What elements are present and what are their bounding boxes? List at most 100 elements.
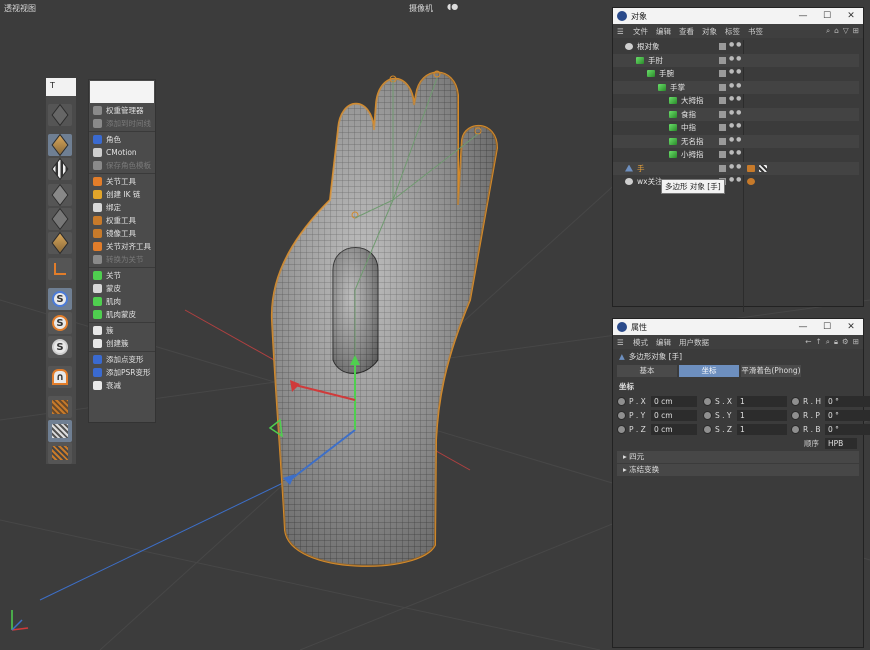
render-dots[interactable]: ● ● <box>729 136 741 142</box>
menu-item[interactable]: 权重管理器 <box>89 104 155 117</box>
grid-dark-icon[interactable] <box>48 442 72 464</box>
menu-bookmarks[interactable]: 书签 <box>748 26 763 37</box>
menu-item[interactable]: CMotion <box>89 146 155 159</box>
position-field[interactable]: 0 cm <box>651 409 697 421</box>
camera-label[interactable]: 摄像机 <box>409 3 433 14</box>
visibility-toggle[interactable] <box>719 164 726 172</box>
minimize-icon[interactable]: — <box>791 322 815 332</box>
menu-view[interactable]: 查看 <box>679 26 694 37</box>
menu-item[interactable]: 转换为关节 <box>89 253 155 266</box>
keyframe-radio[interactable] <box>791 396 800 406</box>
menu-file[interactable]: 文件 <box>633 26 648 37</box>
visibility-toggle[interactable] <box>719 83 726 91</box>
visibility-toggle[interactable] <box>719 137 726 145</box>
keyframe-radio[interactable] <box>617 396 626 406</box>
close-icon[interactable]: ✕ <box>839 11 863 21</box>
menu-item[interactable]: 簇 <box>89 324 155 337</box>
new-window-icon[interactable]: ⊞ <box>853 337 859 347</box>
filter-icon[interactable]: ▽ <box>843 26 849 36</box>
render-dots[interactable]: ● ● <box>729 177 741 183</box>
menu-item[interactable]: 角色 <box>89 133 155 146</box>
rotation-field[interactable]: 0 ° <box>825 395 870 407</box>
scale-field[interactable]: 1 <box>737 395 787 407</box>
position-field[interactable]: 0 cm <box>651 395 697 407</box>
tree-row[interactable]: 手 ● ● <box>613 161 859 175</box>
settings-icon[interactable]: ⚙︎ <box>842 337 849 347</box>
toolbar-search-field[interactable]: T <box>46 78 76 96</box>
render-dots[interactable]: ● ● <box>729 109 741 115</box>
menu-item[interactable]: 肌肉蒙皮 <box>89 308 155 321</box>
menu-item[interactable]: 创建 IK 链 <box>89 188 155 201</box>
render-dots[interactable]: ● ● <box>729 55 741 61</box>
visibility-toggle[interactable] <box>719 124 726 131</box>
menu-tags[interactable]: 标签 <box>725 26 740 37</box>
visibility-toggle[interactable] <box>719 110 726 118</box>
menu-user-data[interactable]: 用户数据 <box>679 337 709 348</box>
snap-orange-icon[interactable]: S <box>48 312 72 334</box>
fold-quaternion[interactable]: ▸ 四元 <box>617 451 859 463</box>
keyframe-radio[interactable] <box>791 424 800 434</box>
render-dots[interactable]: ● ● <box>729 123 741 129</box>
hamburger-icon[interactable]: ☰ <box>617 338 627 347</box>
visibility-toggle[interactable] <box>719 151 726 158</box>
maximize-icon[interactable]: ☐ <box>815 322 839 332</box>
cube-tool-icon[interactable] <box>48 133 72 157</box>
render-dots[interactable]: ● ● <box>729 163 741 169</box>
rotation-field[interactable]: 0 ° <box>825 409 870 421</box>
fold-freeze[interactable]: ▸ 冻结变换 <box>617 464 859 476</box>
dim-tool-icon[interactable] <box>48 103 72 127</box>
new-window-icon[interactable]: ⊞ <box>853 26 859 36</box>
visibility-toggle[interactable] <box>719 56 726 64</box>
menu-item[interactable]: 肌肉 <box>89 295 155 308</box>
menu-item[interactable]: 关节工具 <box>89 175 155 188</box>
menu-item[interactable]: 镜像工具 <box>89 227 155 240</box>
cube-orange-icon[interactable] <box>48 231 72 255</box>
render-dots[interactable]: ● ● <box>729 42 741 48</box>
menu-item[interactable]: 关节对齐工具 <box>89 240 155 253</box>
scale-field[interactable]: 1 <box>737 409 787 421</box>
camera-icon[interactable]: ◖● <box>447 2 458 11</box>
render-dots[interactable]: ● ● <box>729 96 741 102</box>
menu-item[interactable]: 绑定 <box>89 201 155 214</box>
order-select[interactable]: HPB <box>825 437 857 449</box>
lock-icon[interactable]: 🔒︎ <box>834 337 838 347</box>
tree-row[interactable]: 无名指 ● ● <box>613 134 859 148</box>
lock-workplane-icon[interactable] <box>48 420 72 442</box>
snap-plain-icon[interactable]: S <box>48 336 72 358</box>
cube-edit-icon[interactable] <box>48 207 72 231</box>
position-field[interactable]: 0 cm <box>651 423 697 435</box>
render-dots[interactable]: ● ● <box>729 69 741 75</box>
magnet-icon[interactable]: ∩ <box>48 366 72 388</box>
menu-mode[interactable]: 模式 <box>633 337 648 348</box>
hamburger-icon[interactable]: ☰ <box>617 27 627 36</box>
tree-row[interactable]: 根对象 ● ● <box>613 40 859 54</box>
tab-basic[interactable]: 基本 <box>617 365 677 377</box>
menu-item[interactable]: 权重工具 <box>89 214 155 227</box>
workplane-icon[interactable] <box>48 396 72 418</box>
tree-row[interactable]: wx关注 ● ● <box>613 175 859 189</box>
menu-item[interactable]: 添加到时间线 <box>89 117 155 130</box>
tab-phong[interactable]: 平滑着色(Phong) <box>741 365 801 377</box>
keyframe-radio[interactable] <box>703 410 712 420</box>
menu-item[interactable]: 添加点变形 <box>89 353 155 366</box>
close-icon[interactable]: ✕ <box>839 322 863 332</box>
tab-coords[interactable]: 坐标 <box>679 365 739 377</box>
visibility-toggle[interactable] <box>719 97 726 104</box>
phong-tag-icon[interactable] <box>759 164 767 172</box>
axis-tool-icon[interactable] <box>48 258 72 280</box>
menu-item[interactable]: 创建簇 <box>89 337 155 350</box>
tree-row[interactable]: 食指 ● ● <box>613 107 859 121</box>
menu-search-field[interactable] <box>90 81 154 103</box>
cube-outline-icon[interactable] <box>48 183 72 207</box>
keyframe-radio[interactable] <box>703 396 712 406</box>
render-dots[interactable]: ● ● <box>729 150 741 156</box>
minimize-icon[interactable]: — <box>791 11 815 21</box>
menu-edit[interactable]: 编辑 <box>656 26 671 37</box>
keyframe-radio[interactable] <box>791 410 800 420</box>
rotation-field[interactable]: 0 ° <box>825 423 870 435</box>
search-icon[interactable]: ⌕ <box>826 337 830 347</box>
search-icon[interactable]: ⌕ <box>826 26 830 36</box>
tree-row[interactable]: 手肘 ● ● <box>613 53 859 67</box>
menu-edit[interactable]: 编辑 <box>656 337 671 348</box>
menu-item[interactable]: 保存角色模板 <box>89 159 155 172</box>
